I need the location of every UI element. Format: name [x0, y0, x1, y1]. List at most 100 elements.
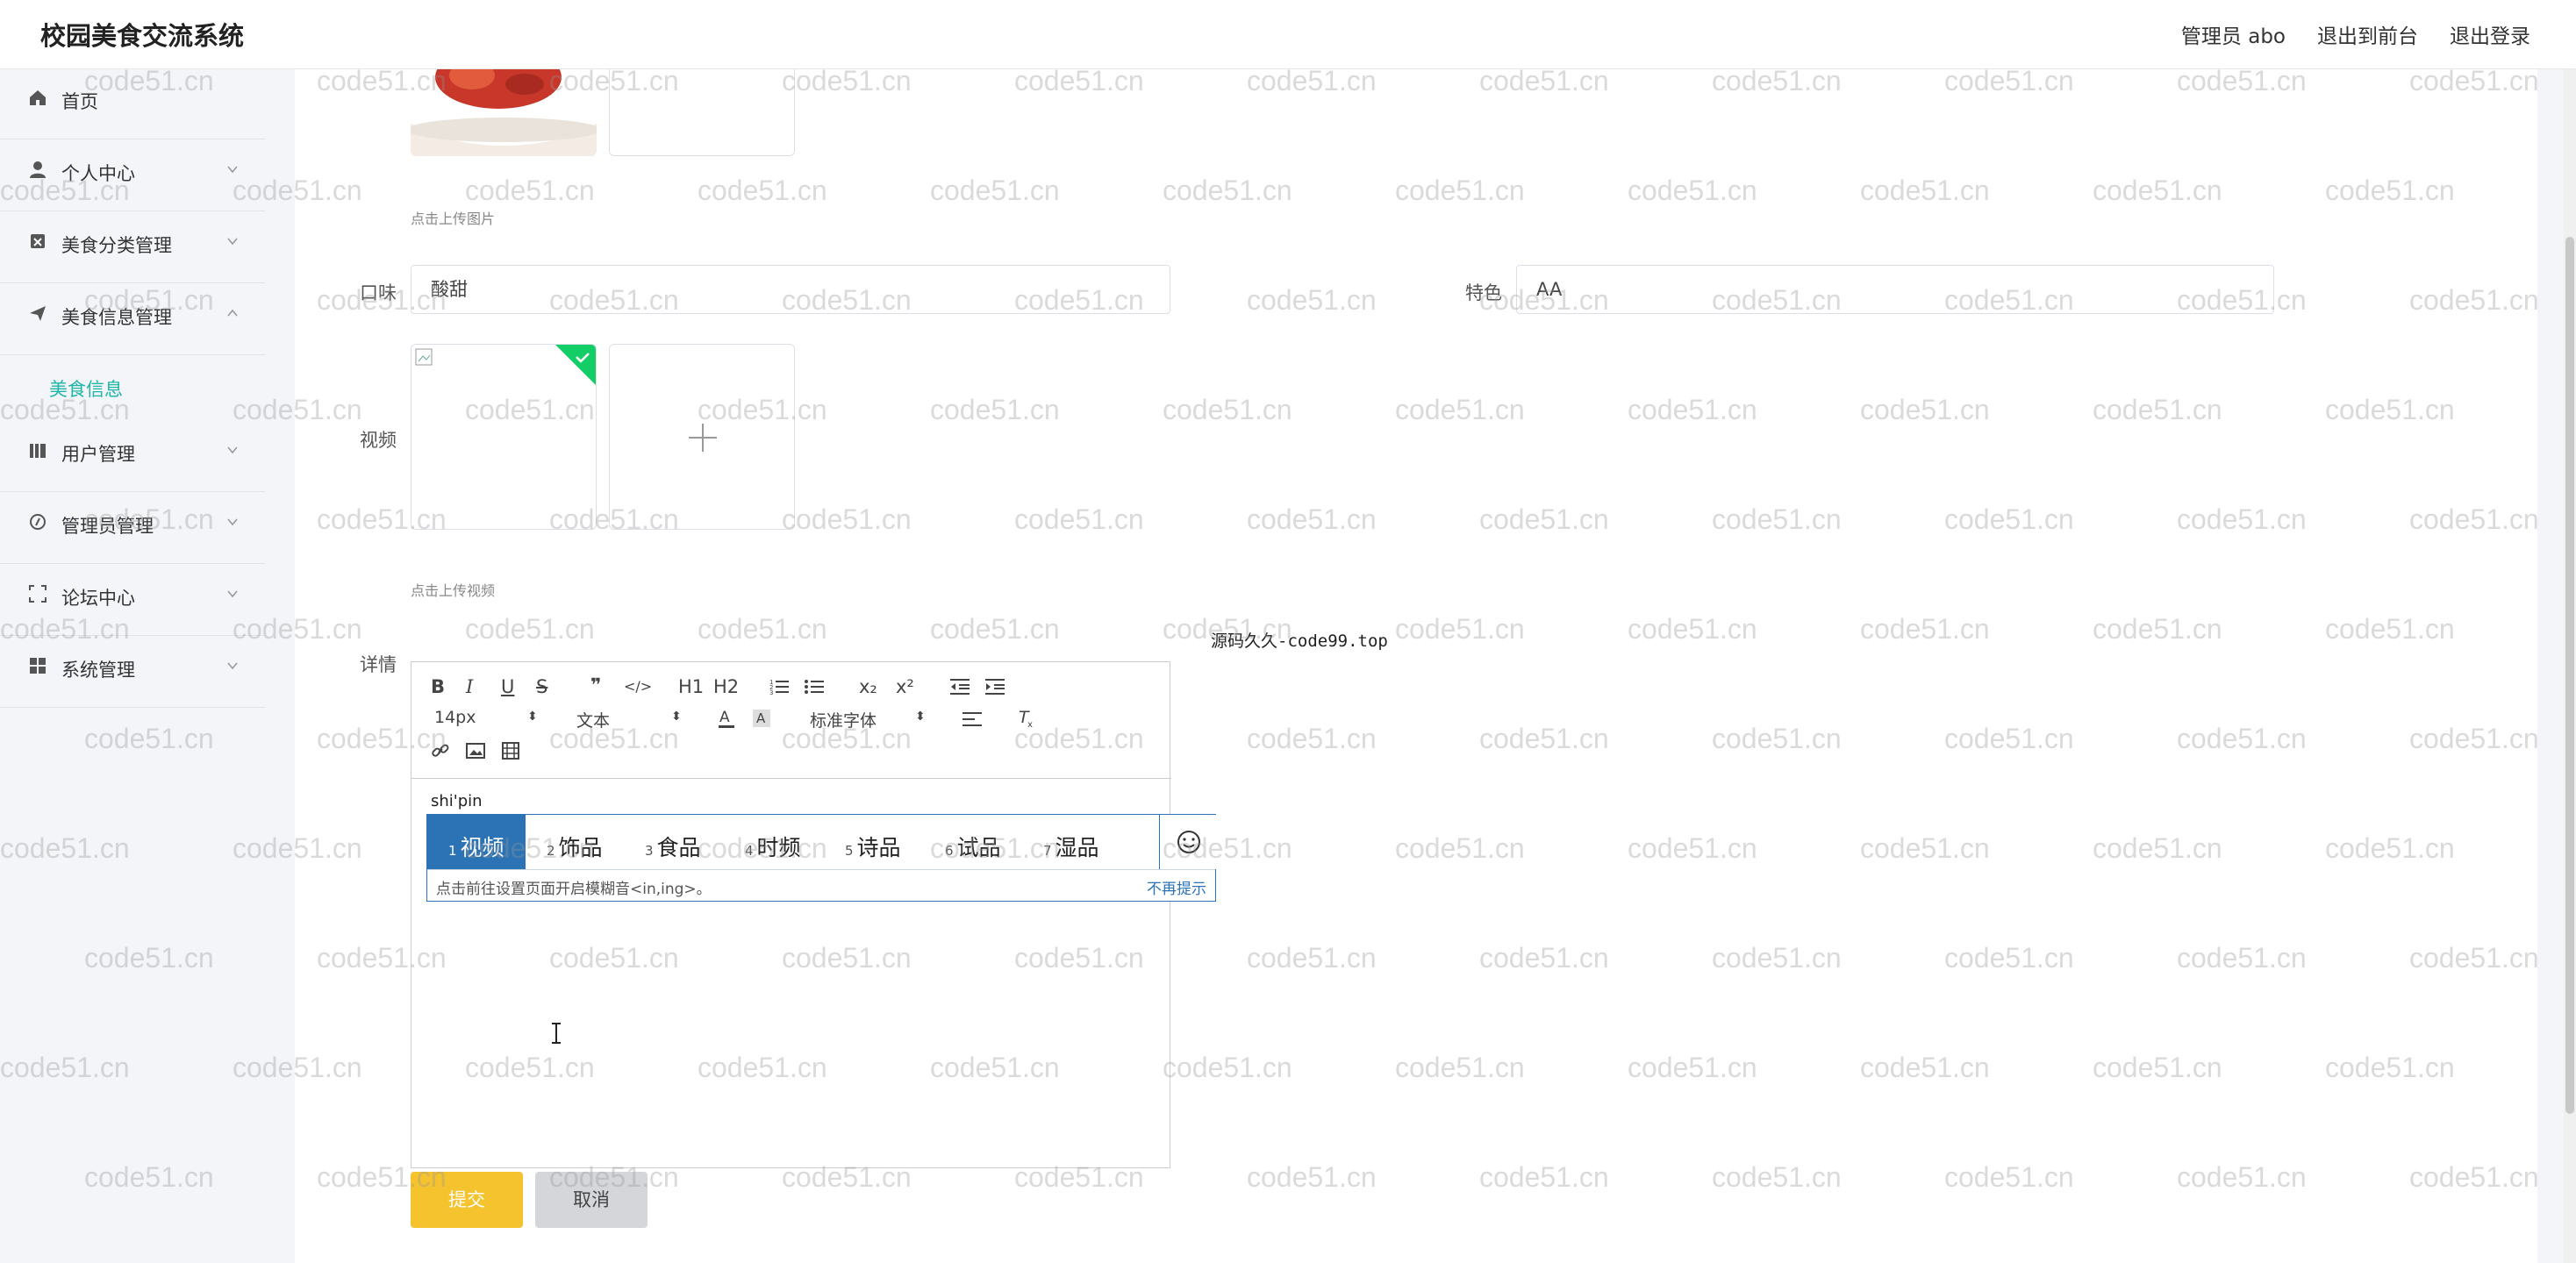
send-icon — [30, 306, 46, 321]
sidebar-item-label: 个人中心 — [61, 163, 135, 184]
outdent-icon[interactable] — [950, 678, 970, 696]
underline-button[interactable]: U — [501, 676, 514, 697]
chevron-down-icon — [227, 238, 238, 246]
svg-text:3: 3 — [769, 689, 773, 696]
font-size-arrow-icon: ⬍ — [527, 710, 538, 724]
text-cursor-icon — [552, 1023, 561, 1044]
scrollbar-thumb[interactable] — [2565, 237, 2574, 1114]
chevron-down-icon — [227, 590, 238, 598]
code-block-button[interactable]: </> — [624, 678, 652, 695]
taste-label: 口味 — [360, 282, 397, 303]
exit-to-frontend-link[interactable]: 退出到前台 — [2317, 19, 2418, 49]
svg-text:A: A — [719, 709, 730, 726]
taste-input[interactable]: 酸甜 — [411, 265, 1170, 314]
image-upload-add-box[interactable] — [609, 61, 795, 156]
ime-candidate-2[interactable]: 2 饰品 — [547, 831, 603, 874]
sidebar-item-users[interactable]: 用户管理 — [0, 421, 265, 492]
sidebar-item-label: 用户管理 — [61, 444, 135, 465]
header2-button[interactable]: H2 — [713, 676, 739, 697]
font-family-select[interactable]: 标准字体 — [810, 708, 877, 731]
plus-icon — [689, 424, 717, 452]
ordered-list-icon[interactable]: 123 — [769, 678, 789, 696]
italic-button[interactable]: I — [466, 676, 473, 697]
link-icon[interactable] — [431, 741, 450, 760]
overlay-watermark-text: 源码久久-code99.top — [1211, 632, 1388, 651]
image-upload-hint: 点击上传图片 — [411, 210, 496, 227]
sidebar-item-food-category[interactable]: 美食分类管理 — [0, 212, 265, 283]
top-navbar: 校园美食交流系统 管理员 abo 退出到前台 退出登录 — [0, 0, 2576, 69]
sidebar-item-home[interactable]: 首页 — [0, 68, 265, 139]
blockquote-button[interactable]: ❞ — [590, 674, 601, 696]
compass-icon — [30, 514, 46, 530]
rich-text-editor[interactable]: B I U S ❞ </> H1 H2 123 x₂ x² 14px ⬍ 文本 … — [411, 661, 1171, 1168]
ime-dismiss-link[interactable]: 不再提示 — [1147, 876, 1206, 898]
video-label: 视频 — [360, 430, 397, 451]
ime-candidate-4[interactable]: 4 时频 — [745, 831, 801, 874]
sidebar-item-label: 首页 — [61, 91, 98, 112]
ime-candidate-3[interactable]: 3 食品 — [645, 831, 701, 874]
sidebar-item-forum[interactable]: 论坛中心 — [0, 565, 265, 636]
broken-image-icon — [415, 348, 433, 366]
top-links: 管理员 abo 退出到前台 退出登录 — [2181, 19, 2530, 49]
feature-label: 特色 — [1465, 282, 1502, 303]
strike-button[interactable]: S — [536, 676, 547, 697]
sidebar-item-label: 管理员管理 — [61, 516, 154, 537]
editor-toolbar: B I U S ❞ </> H1 H2 123 x₂ x² 14px ⬍ 文本 … — [411, 662, 1171, 779]
sidebar-item-label: 美食信息管理 — [61, 307, 172, 328]
align-icon[interactable] — [962, 711, 982, 727]
ime-emoji-button[interactable] — [1159, 815, 1216, 869]
sidebar-subitem-food-info[interactable]: 美食信息 — [49, 375, 123, 402]
sidebar-item-personal-center[interactable]: 个人中心 — [0, 140, 265, 211]
submit-button[interactable]: 提交 — [411, 1172, 523, 1228]
frame-icon — [29, 585, 47, 603]
sidebar-item-label: 论坛中心 — [61, 588, 135, 609]
chevron-down-icon — [227, 446, 238, 454]
sidebar-item-label: 美食分类管理 — [61, 235, 172, 256]
font-color-icon[interactable]: A — [717, 708, 736, 729]
ime-tip[interactable]: 点击前往设置页面开启模糊音<in,ing>。 — [436, 876, 712, 898]
ime-candidate-row: 1 视频 2 饰品 3 食品 4 时频 5 诗品 6 试品 7 湿品 — [427, 815, 1216, 870]
smiley-icon — [1177, 831, 1200, 853]
ime-candidate-1[interactable]: 1 视频 — [427, 815, 526, 869]
video-upload-add-box[interactable] — [609, 344, 795, 530]
indent-icon[interactable] — [985, 678, 1005, 696]
ime-candidate-6[interactable]: 6 试品 — [945, 831, 1001, 874]
uploaded-food-image[interactable] — [411, 68, 597, 156]
font-family-arrow-icon: ⬍ — [915, 710, 926, 724]
uploaded-video-item[interactable] — [411, 344, 597, 530]
user-icon — [30, 161, 46, 178]
logout-link[interactable]: 退出登录 — [2450, 19, 2530, 49]
ime-candidate-5[interactable]: 5 诗品 — [845, 831, 901, 874]
header-select-arrow-icon: ⬍ — [671, 710, 682, 724]
clear-format-icon[interactable]: Tx — [1017, 708, 1036, 729]
sidebar-item-label: 系统管理 — [61, 660, 135, 681]
subscript-button[interactable]: x₂ — [859, 676, 877, 697]
image-icon[interactable] — [466, 741, 485, 760]
bullet-list-icon[interactable] — [805, 678, 824, 696]
superscript-button[interactable]: x² — [896, 676, 914, 697]
header-select[interactable]: 文本 — [576, 708, 610, 731]
food-photo-icon — [411, 68, 597, 156]
home-icon — [30, 90, 46, 105]
sidebar-item-system[interactable]: 系统管理 — [0, 637, 265, 708]
current-user-label: 管理员 abo — [2180, 25, 2286, 48]
chevron-down-icon — [227, 662, 238, 670]
editor-content[interactable]: shi'pin — [431, 792, 483, 810]
svg-text:x: x — [1027, 720, 1033, 729]
background-color-icon[interactable]: A — [752, 708, 771, 729]
sidebar-item-admins[interactable]: 管理员管理 — [0, 493, 265, 564]
video-icon[interactable] — [501, 741, 520, 760]
header1-button[interactable]: H1 — [678, 676, 704, 697]
cancel-button[interactable]: 取消 — [535, 1172, 648, 1228]
category-icon — [31, 234, 45, 248]
feature-input[interactable]: AA — [1516, 265, 2274, 314]
font-size-select[interactable]: 14px — [434, 708, 476, 727]
ime-candidate-7[interactable]: 7 湿品 — [1043, 831, 1099, 874]
sidebar: 首页 个人中心 美食分类管理 美食信息管理 美食信息 用户管理 管理员管理 论坛… — [0, 68, 265, 1263]
chevron-up-icon — [227, 309, 238, 317]
bold-button[interactable]: B — [431, 676, 445, 697]
upload-success-badge-icon — [555, 345, 596, 385]
sidebar-item-food-info[interactable]: 美食信息管理 — [0, 284, 265, 355]
bars-icon — [30, 444, 46, 458]
app-title: 校园美食交流系统 — [40, 21, 245, 51]
